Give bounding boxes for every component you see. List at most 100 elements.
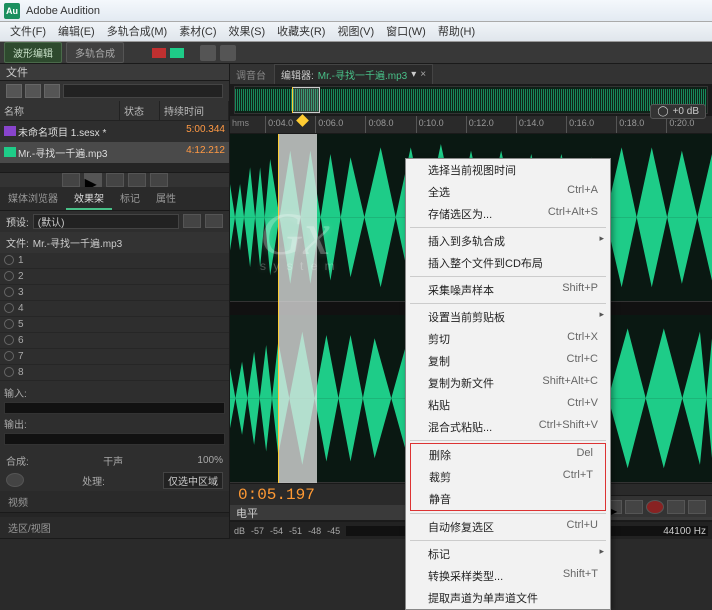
close-icon[interactable]: ×	[420, 69, 426, 80]
fx-slot[interactable]: 8	[0, 365, 229, 381]
process-label: 处理:	[82, 473, 105, 488]
menu-item[interactable]: 窗口(W)	[380, 22, 432, 41]
tool-icon[interactable]	[220, 45, 236, 61]
wet-value: 100%	[197, 455, 223, 466]
fx-tab[interactable]: 属性	[148, 187, 184, 210]
fx-slot[interactable]: 7	[0, 349, 229, 365]
fx-slot[interactable]: 3	[0, 285, 229, 301]
context-menu-item[interactable]: 静音	[411, 488, 605, 510]
context-menu-item[interactable]: 全选Ctrl+A	[406, 181, 610, 203]
menu-item[interactable]: 多轨合成(M)	[101, 22, 174, 41]
ruler-tick: 0:16.0	[566, 116, 594, 133]
preset-delete-icon[interactable]	[205, 214, 223, 228]
gain-badge[interactable]: ◯ +0 dB	[650, 104, 706, 119]
fx-slot[interactable]: 1	[0, 253, 229, 269]
tab-selection-view[interactable]: 选区/视图	[0, 517, 59, 538]
editor-label: 编辑器:	[281, 67, 314, 82]
files-panel-header: 文件	[0, 64, 229, 81]
menu-item[interactable]: 素材(C)	[173, 22, 222, 41]
record-button[interactable]	[646, 500, 664, 514]
files-transport: ▶	[0, 172, 229, 187]
file-action-icon[interactable]	[44, 84, 60, 98]
dropdown-icon[interactable]: ▾	[411, 69, 416, 80]
fx-tab[interactable]: 效果架	[66, 187, 112, 210]
context-menu-item[interactable]: 裁剪Ctrl+T	[411, 466, 605, 488]
play-button[interactable]: ▶	[84, 173, 102, 187]
color-swatch-left	[152, 48, 166, 58]
fx-power-icon[interactable]	[6, 473, 24, 487]
context-menu-item[interactable]: 存储选区为...Ctrl+Alt+S	[406, 203, 610, 225]
context-menu-item[interactable]: 混合式粘贴...Ctrl+Shift+V	[406, 416, 610, 438]
menu-bar[interactable]: 文件(F)编辑(E)多轨合成(M)素材(C)效果(S)收藏夹(R)视图(V)窗口…	[0, 22, 712, 42]
fx-slot[interactable]: 5	[0, 317, 229, 333]
file-search-input[interactable]	[63, 84, 223, 98]
menu-item[interactable]: 文件(F)	[4, 22, 52, 41]
file-action-icon[interactable]	[6, 84, 22, 98]
tab-waveform[interactable]: 波形编辑	[4, 42, 62, 63]
color-swatch-right	[170, 48, 184, 58]
menu-item[interactable]: 效果(S)	[223, 22, 272, 41]
gain-knob-icon[interactable]: ◯	[657, 106, 668, 117]
process-dropdown[interactable]: 仅选中区域	[163, 472, 223, 489]
overview-selection[interactable]	[292, 87, 320, 113]
left-column: 文件 名称 状态 持续时间 未命名项目 1.sesx *5:00.344Mr.-…	[0, 64, 230, 539]
ruler-tick: 0:12.0	[466, 116, 494, 133]
col-name[interactable]: 名称	[0, 101, 120, 120]
ruler-tick: 0:08.0	[365, 116, 393, 133]
files-panel-title: 文件	[6, 64, 28, 80]
context-menu-item[interactable]: 插入到多轨合成	[406, 230, 610, 252]
fx-slot[interactable]: 4	[0, 301, 229, 317]
selection-region[interactable]	[278, 134, 317, 483]
ruler-tick: 0:10.0	[416, 116, 444, 133]
context-menu-item[interactable]: 标记	[406, 543, 610, 565]
skip-back-button[interactable]	[667, 500, 685, 514]
menu-item[interactable]: 收藏夹(R)	[271, 22, 331, 41]
overview-strip[interactable]	[230, 84, 712, 116]
transport-btn[interactable]	[128, 173, 146, 187]
ruler-tick: 0:14.0	[516, 116, 544, 133]
fx-tab[interactable]: 标记	[112, 187, 148, 210]
context-menu-item[interactable]: 自动修复选区Ctrl+U	[406, 516, 610, 538]
context-menu: 选择当前视图时间全选Ctrl+A存储选区为...Ctrl+Alt+S 插入到多轨合…	[405, 158, 611, 610]
fx-file-value: Mr.-寻找一千遍.mp3	[33, 235, 122, 250]
tab-mixer[interactable]: 调音台	[236, 67, 266, 82]
playhead-marker[interactable]	[297, 114, 310, 127]
context-menu-item[interactable]: 粘贴Ctrl+V	[406, 394, 610, 416]
transport-btn[interactable]	[62, 173, 80, 187]
file-action-icon[interactable]	[25, 84, 41, 98]
loop-button[interactable]	[625, 500, 643, 514]
level-mark: -54	[270, 526, 283, 536]
tab-video[interactable]: 视频	[0, 491, 36, 512]
fx-slot[interactable]: 6	[0, 333, 229, 349]
tool-icon[interactable]	[200, 45, 216, 61]
preset-select[interactable]	[33, 214, 179, 229]
file-row[interactable]: 未命名项目 1.sesx *5:00.344	[0, 121, 229, 142]
playhead-line[interactable]	[278, 134, 279, 483]
time-ruler[interactable]: hms 0:04.00:06.00:08.00:10.00:12.00:14.0…	[230, 116, 712, 134]
preset-save-icon[interactable]	[183, 214, 201, 228]
context-menu-item[interactable]: 删除Del	[411, 444, 605, 466]
transport-btn[interactable]	[106, 173, 124, 187]
menu-item[interactable]: 编辑(E)	[52, 22, 101, 41]
col-duration[interactable]: 持续时间	[160, 101, 229, 120]
context-menu-item[interactable]: 转换采样类型...Shift+T	[406, 565, 610, 587]
context-menu-item[interactable]: 插入整个文件到CD布局	[406, 252, 610, 274]
transport-btn[interactable]	[150, 173, 168, 187]
fx-tabs: 媒体浏览器效果架标记属性	[0, 187, 229, 211]
col-status[interactable]: 状态	[120, 101, 160, 120]
fx-slot[interactable]: 2	[0, 269, 229, 285]
context-menu-item[interactable]: 选择当前视图时间	[406, 159, 610, 181]
context-menu-item[interactable]: 设置当前剪贴板	[406, 306, 610, 328]
file-row[interactable]: Mr.-寻找一千遍.mp34:12.212	[0, 142, 229, 163]
menu-item[interactable]: 帮助(H)	[432, 22, 481, 41]
rewind-button[interactable]	[688, 500, 706, 514]
context-menu-item[interactable]: 采集噪声样本Shift+P	[406, 279, 610, 301]
context-menu-item[interactable]: 复制为新文件Shift+Alt+C	[406, 372, 610, 394]
menu-item[interactable]: 视图(V)	[331, 22, 380, 41]
context-menu-item[interactable]: 复制Ctrl+C	[406, 350, 610, 372]
fx-tab[interactable]: 媒体浏览器	[0, 187, 66, 210]
tab-multitrack[interactable]: 多轨合成	[66, 42, 124, 63]
input-meter	[4, 402, 225, 414]
context-menu-item[interactable]: 剪切Ctrl+X	[406, 328, 610, 350]
context-menu-item[interactable]: 提取声道为单声道文件	[406, 587, 610, 609]
